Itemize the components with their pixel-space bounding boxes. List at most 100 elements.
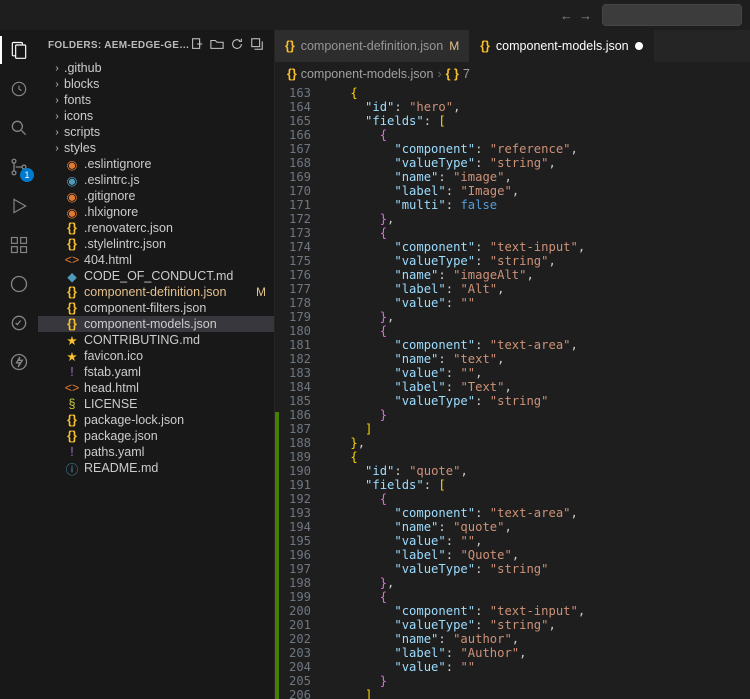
star-icon: ★: [64, 333, 80, 348]
file-item[interactable]: ◉.hlxignore: [38, 204, 274, 220]
new-folder-icon[interactable]: [210, 37, 224, 54]
source-control-icon[interactable]: 1: [7, 155, 31, 179]
file-item[interactable]: ◉.eslintrc.js: [38, 172, 274, 188]
code-line[interactable]: "label": "Alt",: [321, 282, 750, 296]
breadcrumb-symbol[interactable]: 7: [463, 67, 470, 81]
code-line[interactable]: "id": "hero",: [321, 100, 750, 114]
code-line[interactable]: },: [321, 310, 750, 324]
file-item[interactable]: {}component-definition.jsonM: [38, 284, 274, 300]
code-line[interactable]: {: [321, 492, 750, 506]
file-item[interactable]: {}package.json: [38, 428, 274, 444]
debug-icon[interactable]: [7, 194, 31, 218]
cloud-icon[interactable]: [7, 311, 31, 335]
folder-item[interactable]: ›blocks: [38, 76, 274, 92]
editor-tab[interactable]: {}component-definition.jsonM: [275, 30, 470, 62]
file-item[interactable]: {}package-lock.json: [38, 412, 274, 428]
file-item[interactable]: ★favicon.ico: [38, 348, 274, 364]
code-line[interactable]: },: [321, 212, 750, 226]
modified-indicator: M: [449, 39, 459, 53]
code-line[interactable]: "valueType": "string": [321, 562, 750, 576]
file-item[interactable]: ◆CODE_OF_CONDUCT.md: [38, 268, 274, 284]
folder-item[interactable]: ›scripts: [38, 124, 274, 140]
code-line[interactable]: "name": "author",: [321, 632, 750, 646]
code-line[interactable]: ]: [321, 688, 750, 699]
code-line[interactable]: "component": "text-area",: [321, 338, 750, 352]
code-line[interactable]: "multi": false: [321, 198, 750, 212]
file-item[interactable]: {}.renovaterc.json: [38, 220, 274, 236]
code-line[interactable]: "value": "",: [321, 366, 750, 380]
new-file-icon[interactable]: [190, 37, 204, 54]
code-line[interactable]: }: [321, 674, 750, 688]
code-line[interactable]: "id": "quote",: [321, 464, 750, 478]
code-line[interactable]: "fields": [: [321, 478, 750, 492]
code-line[interactable]: "component": "text-input",: [321, 240, 750, 254]
explorer-icon[interactable]: [7, 38, 31, 62]
folder-item[interactable]: ›.github: [38, 60, 274, 76]
file-item[interactable]: {}component-filters.json: [38, 300, 274, 316]
code-line[interactable]: "label": "Quote",: [321, 548, 750, 562]
code-line[interactable]: },: [321, 576, 750, 590]
line-number: 163: [279, 86, 311, 100]
code-line[interactable]: "name": "imageAlt",: [321, 268, 750, 282]
folder-item[interactable]: ›icons: [38, 108, 274, 124]
code-line[interactable]: "label": "Image",: [321, 184, 750, 198]
file-item[interactable]: §LICENSE: [38, 396, 274, 412]
nav-back-icon[interactable]: ←: [560, 8, 573, 23]
extensions-icon[interactable]: [7, 233, 31, 257]
chevron-right-icon: ›: [437, 67, 441, 81]
code-line[interactable]: {: [321, 86, 750, 100]
breadcrumb-file[interactable]: component-models.json: [301, 67, 434, 81]
code-line[interactable]: "label": "Author",: [321, 646, 750, 660]
search-icon[interactable]: [7, 116, 31, 140]
timeline-icon[interactable]: [7, 77, 31, 101]
item-label: styles: [64, 141, 96, 155]
code-line[interactable]: "valueType": "string",: [321, 254, 750, 268]
file-item[interactable]: <>404.html: [38, 252, 274, 268]
bolt-icon[interactable]: [7, 350, 31, 374]
command-palette-input[interactable]: [602, 4, 742, 26]
code-line[interactable]: "component": "text-area",: [321, 506, 750, 520]
code-line[interactable]: "name": "quote",: [321, 520, 750, 534]
file-item[interactable]: ★CONTRIBUTING.md: [38, 332, 274, 348]
code-line[interactable]: "valueType": "string",: [321, 156, 750, 170]
code-line[interactable]: "valueType": "string",: [321, 618, 750, 632]
file-tree[interactable]: ›.github›blocks›fonts›icons›scripts›styl…: [38, 60, 274, 476]
folder-item[interactable]: ›styles: [38, 140, 274, 156]
code-line[interactable]: "name": "text",: [321, 352, 750, 366]
remote-icon[interactable]: [7, 272, 31, 296]
refresh-icon[interactable]: [230, 37, 244, 54]
collapse-all-icon[interactable]: [250, 37, 264, 54]
code-line[interactable]: },: [321, 436, 750, 450]
code-line[interactable]: "fields": [: [321, 114, 750, 128]
code-line[interactable]: {: [321, 590, 750, 604]
file-item[interactable]: {}.stylelintrc.json: [38, 236, 274, 252]
code-line[interactable]: ]: [321, 422, 750, 436]
breadcrumbs[interactable]: {} component-models.json › { } 7: [275, 62, 750, 86]
nav-forward-icon[interactable]: →: [579, 8, 592, 23]
code-line[interactable]: "name": "image",: [321, 170, 750, 184]
line-number: 175: [279, 254, 311, 268]
file-item[interactable]: <>head.html: [38, 380, 274, 396]
code-line[interactable]: {: [321, 226, 750, 240]
editor-body[interactable]: 1631641651661671681691701711721731741751…: [275, 86, 750, 699]
file-item[interactable]: ◉.eslintignore: [38, 156, 274, 172]
line-number: 168: [279, 156, 311, 170]
code-line[interactable]: }: [321, 408, 750, 422]
code-line[interactable]: {: [321, 450, 750, 464]
code-column[interactable]: { "id": "hero", "fields": [ { "component…: [321, 86, 750, 699]
file-item[interactable]: ◉.gitignore: [38, 188, 274, 204]
code-line[interactable]: "label": "Text",: [321, 380, 750, 394]
file-item[interactable]: {}component-models.json: [38, 316, 274, 332]
code-line[interactable]: "component": "reference",: [321, 142, 750, 156]
code-line[interactable]: "value": "": [321, 296, 750, 310]
file-item[interactable]: !fstab.yaml: [38, 364, 274, 380]
code-line[interactable]: "component": "text-input",: [321, 604, 750, 618]
file-item[interactable]: ⓘREADME.md: [38, 460, 274, 476]
code-line[interactable]: {: [321, 128, 750, 142]
folder-item[interactable]: ›fonts: [38, 92, 274, 108]
code-line[interactable]: "valueType": "string": [321, 394, 750, 408]
code-line[interactable]: "value": "": [321, 660, 750, 674]
code-line[interactable]: "value": "",: [321, 534, 750, 548]
editor-tab[interactable]: {}component-models.json: [470, 30, 653, 62]
code-line[interactable]: {: [321, 324, 750, 338]
